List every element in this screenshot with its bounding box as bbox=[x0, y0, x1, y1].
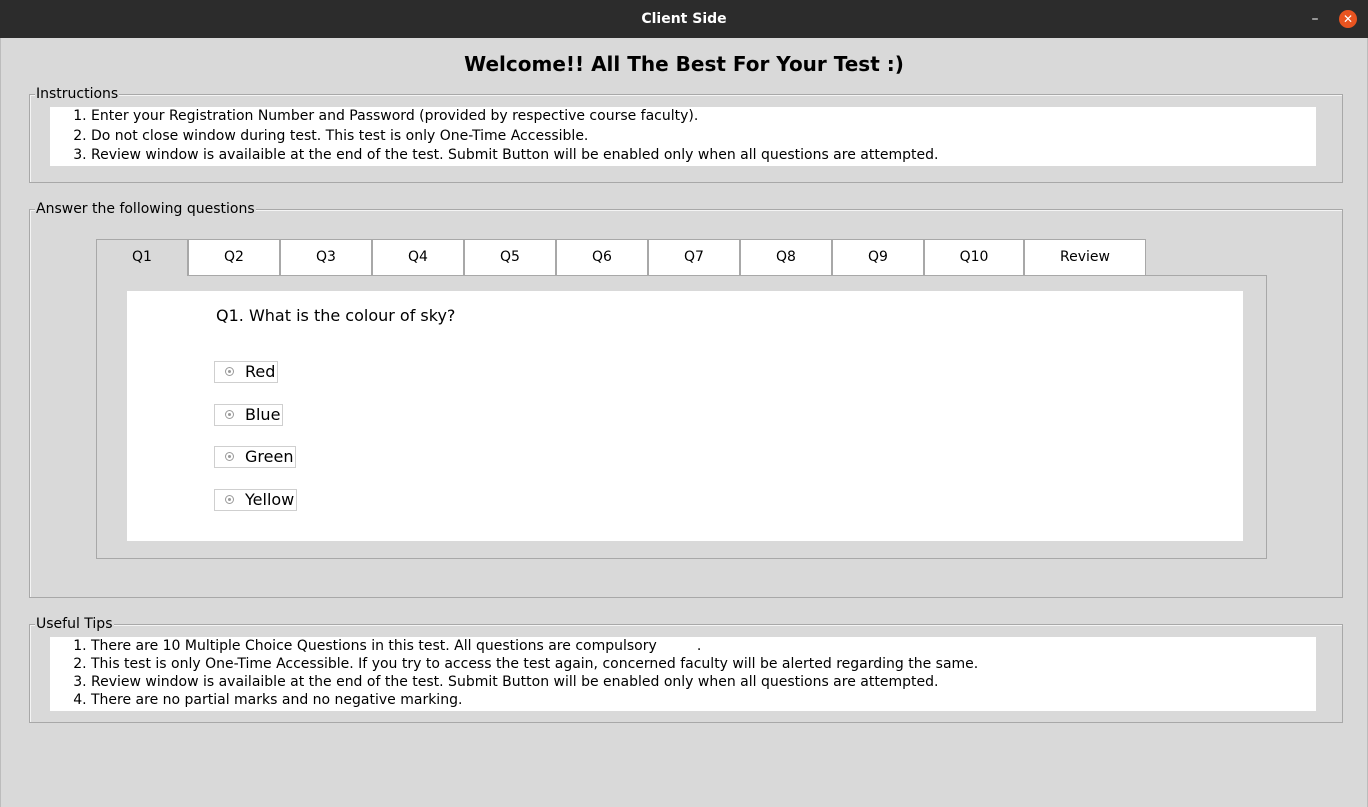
radio-icon[interactable] bbox=[225, 410, 234, 419]
tab-q5[interactable]: Q5 bbox=[464, 239, 556, 275]
window-title: Client Side bbox=[641, 11, 727, 27]
option-red[interactable]: Red bbox=[214, 361, 279, 383]
option-yellow[interactable]: Yellow bbox=[214, 489, 298, 511]
tab-q7[interactable]: Q7 bbox=[648, 239, 740, 275]
tab-q9[interactable]: Q9 bbox=[832, 239, 924, 275]
radio-icon[interactable] bbox=[225, 495, 234, 504]
tab-q6[interactable]: Q6 bbox=[556, 239, 648, 275]
option-label: Red bbox=[245, 362, 276, 381]
instruction-item: Review window is availaible at the end o… bbox=[91, 146, 1316, 166]
tab-review[interactable]: Review bbox=[1024, 239, 1146, 275]
instruction-item: Do not close window during test. This te… bbox=[91, 127, 1316, 147]
tips-legend: Useful Tips bbox=[35, 616, 114, 632]
radio-icon[interactable] bbox=[225, 367, 234, 376]
welcome-heading: Welcome!! All The Best For Your Test :) bbox=[464, 52, 904, 76]
question-text: Q1. What is the colour of sky? bbox=[216, 306, 456, 325]
tip-item: There are no partial marks and no negati… bbox=[91, 691, 1316, 709]
option-blue[interactable]: Blue bbox=[214, 404, 284, 426]
instructions-list[interactable]: Enter your Registration Number and Passw… bbox=[50, 107, 1316, 166]
tab-q1[interactable]: Q1 bbox=[96, 239, 188, 276]
tab-q3[interactable]: Q3 bbox=[280, 239, 372, 275]
instructions-legend: Instructions bbox=[35, 86, 120, 102]
tab-q2[interactable]: Q2 bbox=[188, 239, 280, 275]
title-bar: Client Side – ✕ bbox=[0, 0, 1368, 38]
instruction-item: Enter your Registration Number and Passw… bbox=[91, 107, 1316, 127]
option-label: Yellow bbox=[245, 490, 295, 509]
tip-item: There are 10 Multiple Choice Questions i… bbox=[91, 637, 1316, 655]
questions-legend: Answer the following questions bbox=[35, 201, 256, 217]
close-button[interactable]: ✕ bbox=[1339, 10, 1357, 28]
tip-item: Review window is availaible at the end o… bbox=[91, 673, 1316, 691]
tab-q4[interactable]: Q4 bbox=[372, 239, 464, 275]
tip-item: This test is only One-Time Accessible. I… bbox=[91, 655, 1316, 673]
tab-q8[interactable]: Q8 bbox=[740, 239, 832, 275]
tips-list[interactable]: There are 10 Multiple Choice Questions i… bbox=[50, 637, 1316, 711]
option-label: Green bbox=[245, 447, 294, 466]
tab-q10[interactable]: Q10 bbox=[924, 239, 1024, 275]
option-label: Blue bbox=[245, 405, 281, 424]
radio-icon[interactable] bbox=[225, 452, 234, 461]
minimize-button[interactable]: – bbox=[1306, 10, 1324, 28]
option-green[interactable]: Green bbox=[214, 446, 297, 468]
